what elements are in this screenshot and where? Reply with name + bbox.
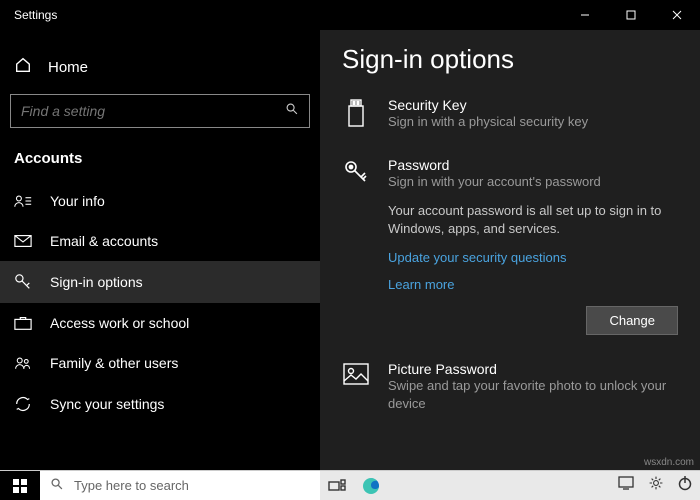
watermark: wsxdn.com xyxy=(644,457,694,468)
nav-label: Sign-in options xyxy=(50,274,143,290)
maximize-button[interactable] xyxy=(608,0,654,30)
nav-label: Your info xyxy=(50,193,105,209)
usb-key-icon xyxy=(342,97,370,131)
tray-taskview-icon[interactable] xyxy=(618,476,634,495)
option-title: Password xyxy=(388,157,678,173)
option-picture-password[interactable]: Picture Password Swipe and tap your favo… xyxy=(342,351,678,428)
nav-label: Email & accounts xyxy=(50,233,158,249)
option-security-key[interactable]: Security Key Sign in with a physical sec… xyxy=(342,87,678,147)
sidebar-item-work[interactable]: Access work or school xyxy=(0,303,320,343)
nav-list: Your info Email & accounts Sign-in optio… xyxy=(0,181,320,425)
picture-icon xyxy=(342,361,370,412)
key-icon xyxy=(14,273,32,291)
option-desc: Sign in with your account's password xyxy=(388,173,678,191)
tray-settings-icon[interactable] xyxy=(648,475,664,496)
search-icon xyxy=(50,477,64,494)
briefcase-icon xyxy=(14,315,32,331)
taskbar-search[interactable]: Type here to search xyxy=(40,471,320,500)
home-icon xyxy=(14,56,32,78)
person-icon xyxy=(14,193,32,209)
sidebar-item-email[interactable]: Email & accounts xyxy=(0,221,320,261)
close-button[interactable] xyxy=(654,0,700,30)
category-header: Accounts xyxy=(0,146,320,181)
page-title: Sign-in options xyxy=(342,44,678,75)
window-controls xyxy=(562,0,700,30)
nav-label: Sync your settings xyxy=(50,396,164,412)
titlebar: Settings xyxy=(0,0,700,30)
task-view-icon[interactable] xyxy=(320,479,354,493)
sidebar-item-family[interactable]: Family & other users xyxy=(0,343,320,383)
search-box[interactable] xyxy=(10,94,310,128)
start-button[interactable] xyxy=(0,471,40,500)
option-title: Picture Password xyxy=(388,361,678,377)
home-nav[interactable]: Home xyxy=(0,48,320,94)
search-icon xyxy=(285,102,299,121)
taskbar-search-placeholder: Type here to search xyxy=(74,478,189,493)
change-button[interactable]: Change xyxy=(586,306,678,335)
taskbar: Type here to search xyxy=(0,470,700,500)
sidebar-item-your-info[interactable]: Your info xyxy=(0,181,320,221)
window-title: Settings xyxy=(0,8,57,22)
content-pane: Sign-in options Security Key Sign in wit… xyxy=(320,30,700,470)
sync-icon xyxy=(14,395,32,413)
tray-power-icon[interactable] xyxy=(678,475,692,496)
link-learn-more[interactable]: Learn more xyxy=(388,277,678,292)
edge-icon[interactable] xyxy=(354,477,388,495)
search-input[interactable] xyxy=(21,103,285,119)
sidebar-item-signin[interactable]: Sign-in options xyxy=(0,261,320,303)
people-icon xyxy=(14,355,32,371)
option-desc: Sign in with a physical security key xyxy=(388,113,678,131)
option-password: Password Sign in with your account's pas… xyxy=(342,147,678,352)
sidebar-item-sync[interactable]: Sync your settings xyxy=(0,383,320,425)
nav-label: Family & other users xyxy=(50,355,178,371)
settings-window: Settings Home Accounts xyxy=(0,0,700,470)
sidebar: Home Accounts Your info Email & accounts xyxy=(0,30,320,470)
option-desc: Swipe and tap your favorite photo to unl… xyxy=(388,377,678,412)
password-body: Your account password is all set up to s… xyxy=(388,202,678,238)
mail-icon xyxy=(14,234,32,248)
nav-label: Access work or school xyxy=(50,315,189,331)
key-icon xyxy=(342,157,370,336)
option-title: Security Key xyxy=(388,97,678,113)
home-label: Home xyxy=(48,59,88,76)
minimize-button[interactable] xyxy=(562,0,608,30)
link-security-questions[interactable]: Update your security questions xyxy=(388,250,678,265)
